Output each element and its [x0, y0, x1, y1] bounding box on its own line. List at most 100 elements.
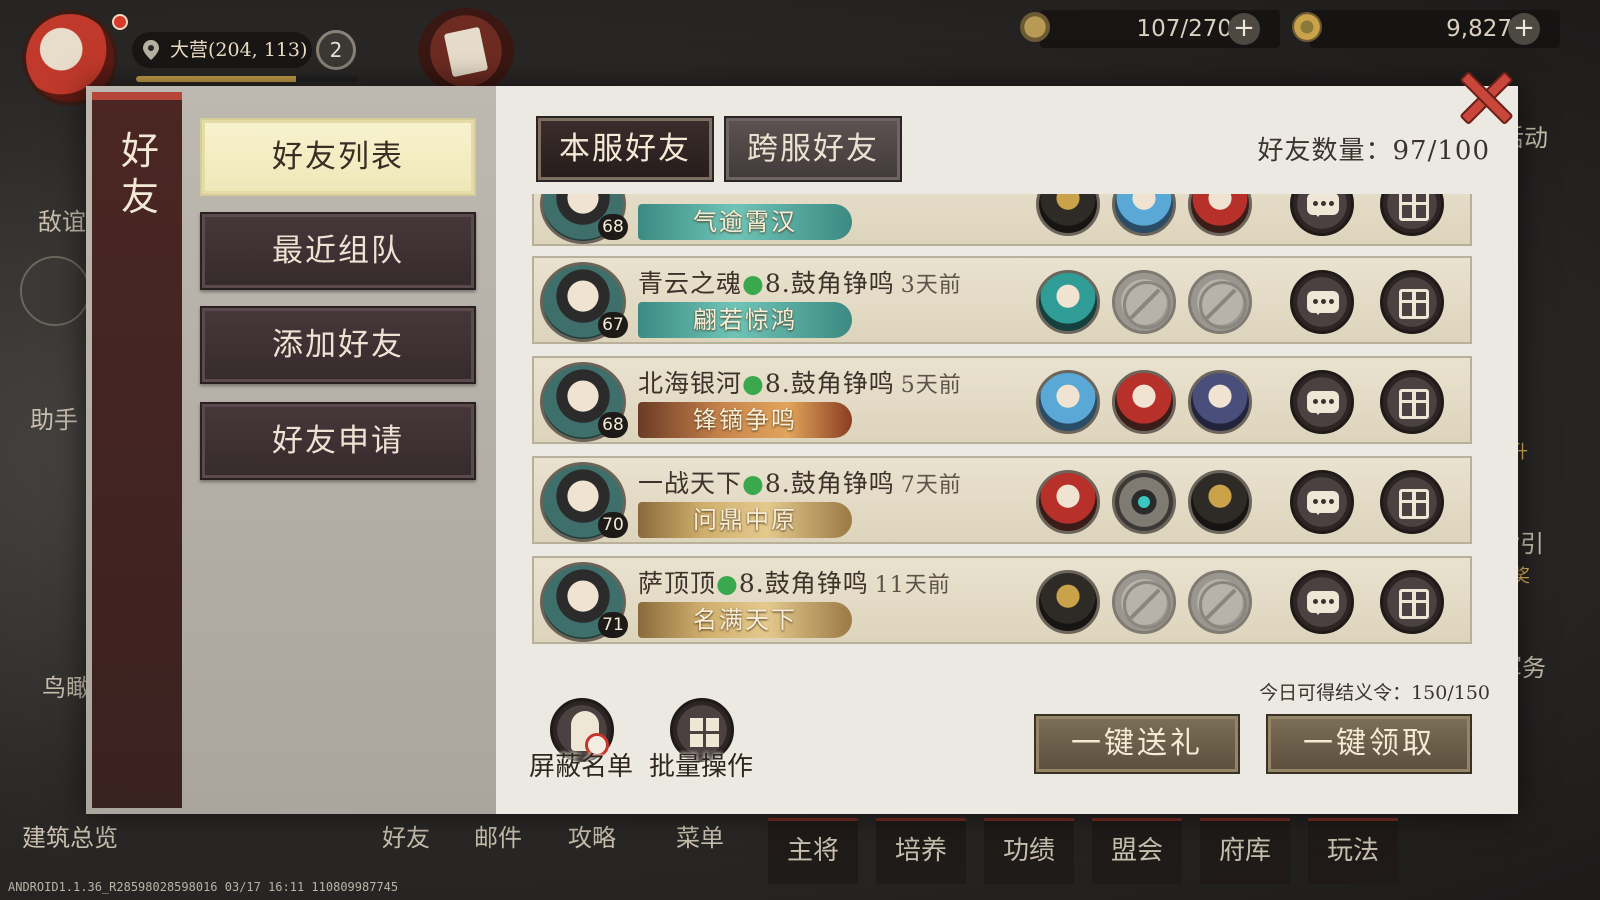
- modal-content: 本服好友 跨服好友 好友数量：97/100 68 气逾霄汉 67 青云之魂●8.鼓角铮…: [496, 86, 1518, 814]
- modal-title: 好友: [120, 129, 159, 219]
- friend-name: 北海银河: [638, 369, 743, 398]
- build-info: ANDROID1.1.36_R28598028598016 03/17 16:1…: [8, 880, 399, 894]
- scroll-side-button[interactable]: [20, 256, 90, 326]
- tab-alliance[interactable]: 盟会: [1092, 818, 1182, 884]
- hero-portrait[interactable]: [1036, 194, 1100, 236]
- friend-row[interactable]: 67 青云之魂●8.鼓角铮鸣 3天前 翩若惊鸿: [532, 256, 1472, 344]
- online-dot: ●: [716, 569, 739, 598]
- level-badge: 2: [316, 30, 356, 70]
- chat-button[interactable]: [1290, 194, 1354, 236]
- tab-server-friends[interactable]: 本服好友: [536, 116, 714, 182]
- friend-title-banner: 问鼎中原: [638, 502, 852, 538]
- hero-portrait[interactable]: [1188, 470, 1252, 534]
- friends-modal: 好友 好友列表 最近组队 添加好友 好友申请 本服好友 跨服好友 好友数量：97…: [86, 86, 1518, 814]
- tab-training[interactable]: 培养: [876, 818, 966, 884]
- chat-bubble-icon: [1307, 291, 1339, 315]
- menu-friend-list[interactable]: 好友列表: [200, 118, 476, 196]
- hero-portrait[interactable]: [1036, 370, 1100, 434]
- chat-button[interactable]: [1290, 370, 1354, 434]
- online-dot: ●: [742, 369, 765, 398]
- hero-portrait[interactable]: [1036, 470, 1100, 534]
- menu-add-friend[interactable]: 添加好友: [200, 306, 476, 384]
- friend-row[interactable]: 68 气逾霄汉: [532, 194, 1472, 246]
- friend-row[interactable]: 70 一战天下●8.鼓角铮鸣 7天前 问鼎中原: [532, 456, 1472, 544]
- menu-friend-requests[interactable]: 好友申请: [200, 402, 476, 480]
- send-gift-button[interactable]: [1380, 270, 1444, 334]
- edict-scroll-button[interactable]: [418, 8, 514, 94]
- last-online: 5天前: [900, 373, 962, 398]
- claim-all-button[interactable]: 一键领取: [1266, 714, 1472, 774]
- hero-portrait[interactable]: [1036, 570, 1100, 634]
- block-list-label[interactable]: 屏蔽名单: [516, 746, 646, 783]
- gift-icon: [1399, 589, 1429, 619]
- location-pin-icon: [143, 40, 159, 60]
- hero-portrait[interactable]: [1188, 370, 1252, 434]
- hero-portrait[interactable]: [1188, 194, 1252, 236]
- chat-bubble-icon: [1307, 491, 1339, 515]
- block-user-icon: [571, 711, 609, 757]
- send-gift-button[interactable]: [1380, 570, 1444, 634]
- friend-list[interactable]: 68 气逾霄汉 67 青云之魂●8.鼓角铮鸣 3天前 翩若惊鸿 68 北海银河●8.鼓角铮鸣 5…: [532, 194, 1472, 646]
- chat-button[interactable]: [1290, 470, 1354, 534]
- send-gift-button[interactable]: [1380, 194, 1444, 236]
- friend-row[interactable]: 68 北海银河●8.鼓角铮鸣 5天前 锋镝争鸣: [532, 356, 1472, 444]
- xp-bar: [136, 76, 358, 82]
- hero-portrait[interactable]: [1036, 270, 1100, 334]
- chat-button[interactable]: [1290, 270, 1354, 334]
- friend-level: 70: [598, 512, 628, 538]
- food-icon: [1020, 12, 1050, 42]
- hero-portrait[interactable]: [1112, 194, 1176, 236]
- friend-level: 67: [598, 312, 628, 338]
- add-food-button[interactable]: +: [1228, 13, 1260, 45]
- tab-general[interactable]: 主将: [768, 818, 858, 884]
- side-label-left-1[interactable]: 助手: [30, 400, 78, 435]
- friend-level: 68: [598, 214, 628, 240]
- nav-mail[interactable]: 邮件: [474, 818, 522, 853]
- friend-level: 71: [598, 612, 628, 638]
- close-icon[interactable]: [1456, 68, 1512, 124]
- gift-icon: [1399, 194, 1429, 221]
- empty-hero-slot-icon[interactable]: [1112, 570, 1176, 634]
- friend-name: 青云之魂: [638, 269, 743, 298]
- side-label-left-2[interactable]: 鸟瞰: [42, 668, 90, 703]
- friend-title-banner: 名满天下: [638, 602, 852, 638]
- side-label-left-0[interactable]: 敌谊: [38, 202, 86, 237]
- friend-name-line: 青云之魂●8.鼓角铮鸣 3天前: [638, 264, 962, 300]
- friend-title-banner: 锋镝争鸣: [638, 402, 852, 438]
- friend-row[interactable]: 71 萨顶顶●8.鼓角铮鸣 11天前 名满天下: [532, 556, 1472, 644]
- nav-menu[interactable]: 菜单: [676, 818, 724, 853]
- tab-gameplay[interactable]: 玩法: [1308, 818, 1398, 884]
- empty-hero-slot-icon[interactable]: [1112, 270, 1176, 334]
- batch-operation-label[interactable]: 批量操作: [636, 746, 766, 783]
- chat-button[interactable]: [1290, 570, 1354, 634]
- friend-server: 8.鼓角铮鸣: [764, 369, 895, 398]
- grid-icon: [690, 718, 720, 748]
- friend-name: 萨顶顶: [638, 569, 717, 598]
- friend-name-line: 萨顶顶●8.鼓角铮鸣 11天前: [638, 564, 951, 600]
- tab-treasury[interactable]: 府库: [1200, 818, 1290, 884]
- hero-portrait[interactable]: [1112, 470, 1176, 534]
- tab-merit[interactable]: 功绩: [984, 818, 1074, 884]
- scroll-icon: [443, 26, 489, 78]
- hero-portrait[interactable]: [1112, 370, 1176, 434]
- last-online: 7天前: [900, 473, 962, 498]
- building-overview-button[interactable]: 建筑总览: [22, 818, 118, 853]
- send-all-gifts-button[interactable]: 一键送礼: [1034, 714, 1240, 774]
- empty-hero-slot-icon[interactable]: [1188, 570, 1252, 634]
- menu-recent-team[interactable]: 最近组队: [200, 212, 476, 290]
- chat-bubble-icon: [1307, 591, 1339, 615]
- add-coins-button[interactable]: +: [1508, 13, 1540, 45]
- tab-cross-server-friends[interactable]: 跨服好友: [724, 116, 902, 182]
- friend-server: 8.鼓角铮鸣: [764, 469, 895, 498]
- send-gift-button[interactable]: [1380, 370, 1444, 434]
- notification-dot: [112, 14, 128, 30]
- nav-friends[interactable]: 好友: [382, 818, 430, 853]
- empty-hero-slot-icon[interactable]: [1188, 270, 1252, 334]
- modal-sidebar: 好友 好友列表 最近组队 添加好友 好友申请: [86, 86, 496, 814]
- send-gift-button[interactable]: [1380, 470, 1444, 534]
- friend-name: 一战天下: [638, 469, 743, 498]
- last-online: 3天前: [900, 273, 962, 298]
- chat-bubble-icon: [1307, 391, 1339, 415]
- nav-guide[interactable]: 攻略: [568, 818, 616, 853]
- online-dot: ●: [742, 269, 765, 298]
